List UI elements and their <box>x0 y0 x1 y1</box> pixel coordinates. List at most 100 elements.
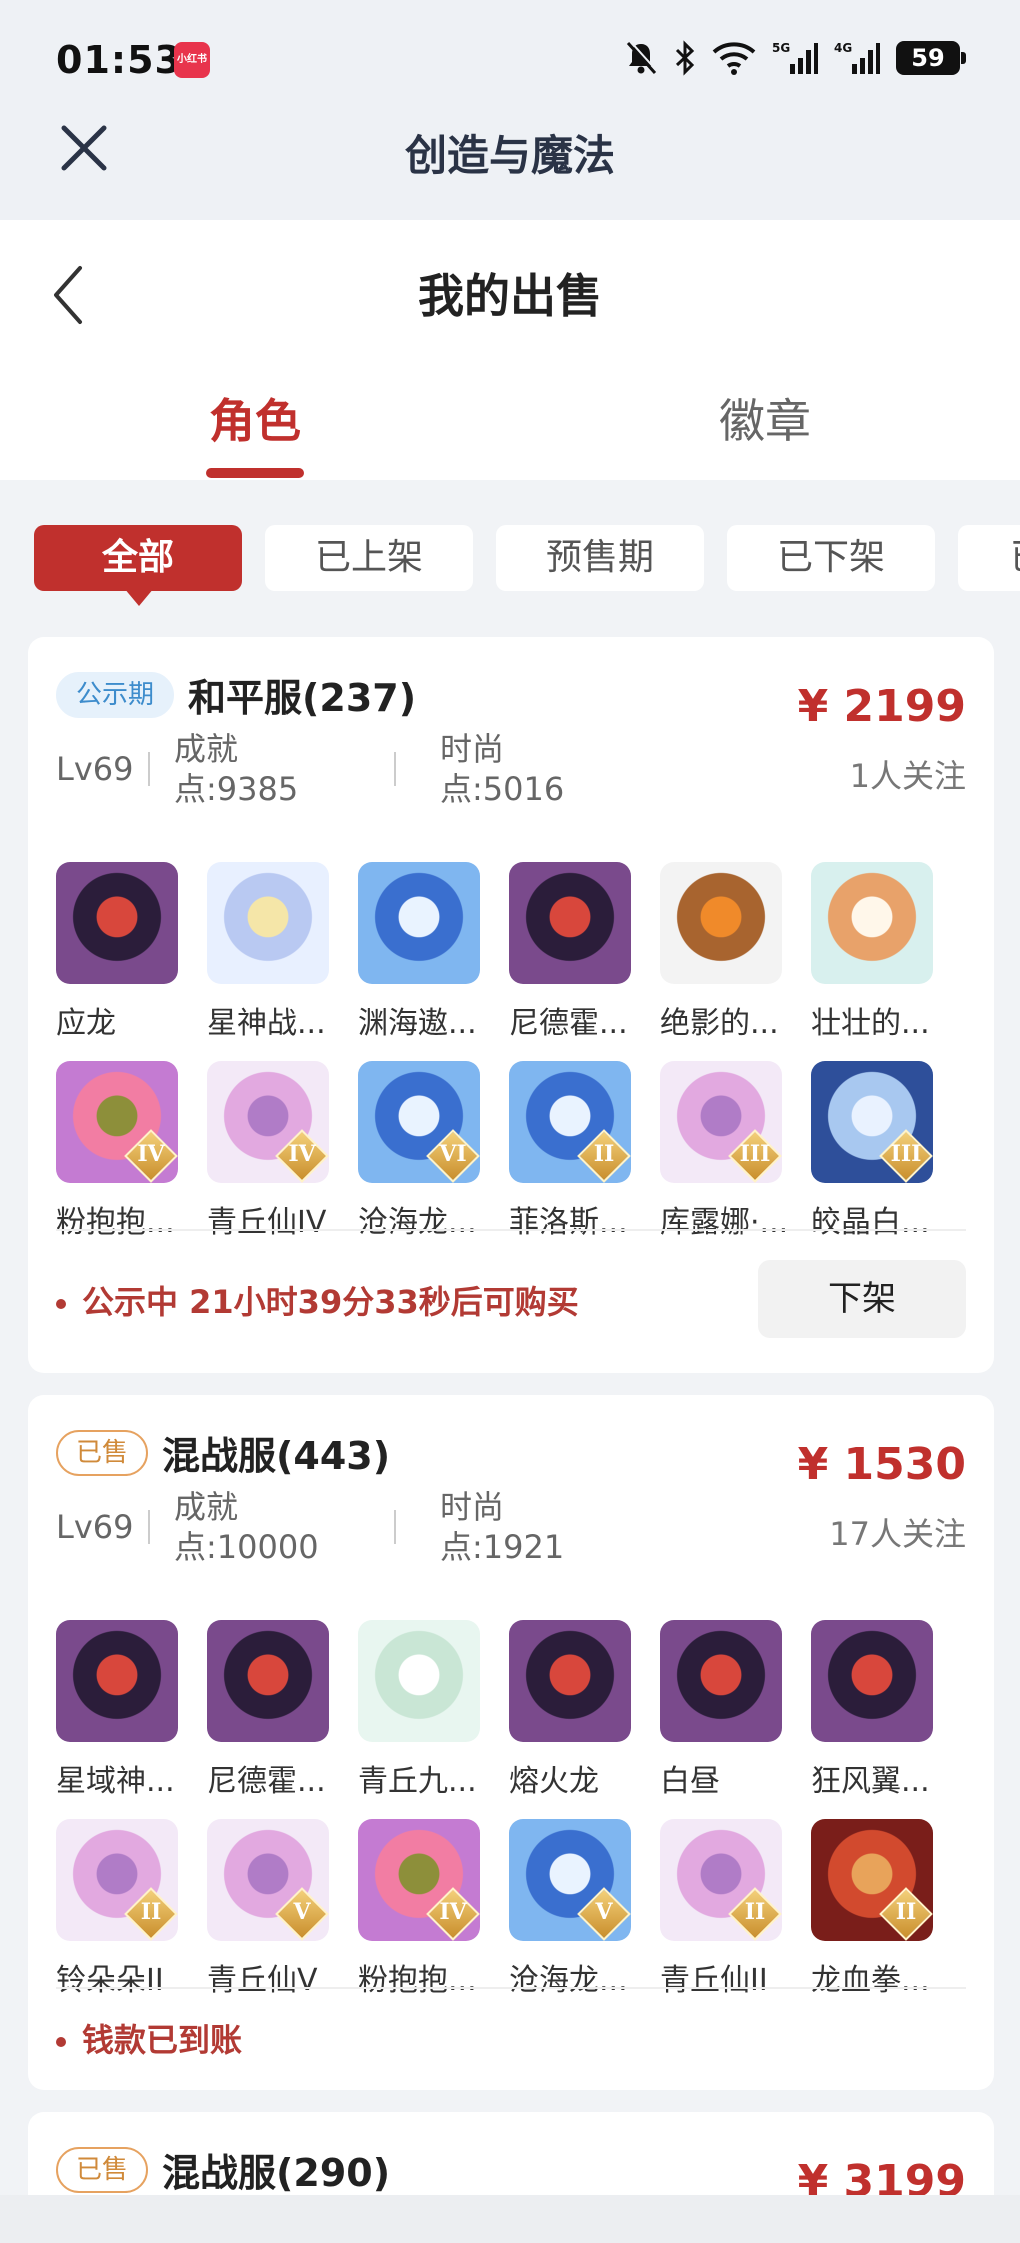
item-tile[interactable]: II 铃朵朵II <box>28 1819 178 1999</box>
status-dot <box>56 1299 66 1309</box>
fashion-value: 点:5016 <box>440 770 565 808</box>
beast-icon: II <box>811 1819 933 1941</box>
item-name: 库露娜·... <box>660 1205 789 1240</box>
item-tile[interactable]: 熔火龙 <box>479 1620 631 1800</box>
item-tile[interactable]: VI 沧海龙... <box>328 1061 480 1241</box>
page-title: 我的出售 <box>418 269 602 323</box>
item-tile[interactable]: III 皎晶白... <box>781 1061 933 1241</box>
fairy-icon: II <box>56 1819 178 1941</box>
item-name: 白昼 <box>660 1764 720 1799</box>
rank-numeral: IV <box>137 1141 165 1167</box>
rank-numeral: III <box>739 1141 771 1167</box>
cat-icon <box>811 862 933 984</box>
price: ¥ 2199 <box>797 681 966 732</box>
fairy-icon: II <box>660 1819 782 1941</box>
server-name: 和平服(237) <box>188 676 417 720</box>
achievement-label: 成就 <box>174 730 239 768</box>
item-tile[interactable]: III 库露娜·... <box>630 1061 788 1241</box>
level: Lv69 <box>56 750 134 788</box>
item-tile[interactable]: IV 粉抱抱... <box>28 1061 178 1241</box>
item-tile[interactable]: 青丘九... <box>328 1620 480 1800</box>
item-tile[interactable]: 白昼 <box>630 1620 782 1800</box>
mini-app-header: 创造与魔法 <box>0 100 1020 220</box>
item-tile[interactable]: 渊海遨... <box>328 862 480 1042</box>
tab-role[interactable]: 角色 <box>135 385 375 451</box>
filter-delisted[interactable]: 已下架 <box>727 525 935 591</box>
server-name: 混战服(443) <box>162 1434 391 1478</box>
item-name: 绝影的... <box>660 1006 779 1041</box>
rank-badge: IV <box>275 1129 329 1183</box>
capybara-icon <box>660 862 782 984</box>
item-tile[interactable]: II 青丘仙II <box>630 1819 782 1999</box>
rank-numeral: IV <box>439 1899 467 1925</box>
item-tile[interactable]: 应龙 <box>28 862 178 1042</box>
filter-listed[interactable]: 已上架 <box>265 525 473 591</box>
dragon-icon <box>509 1620 631 1742</box>
item-tile[interactable]: 狂风翼... <box>781 1620 933 1800</box>
item-name: 菲洛斯... <box>509 1205 628 1240</box>
rank-badge: IV <box>426 1887 480 1941</box>
item-tile[interactable]: II 龙血拳... <box>781 1819 933 1999</box>
tiger-icon: III <box>811 1061 933 1183</box>
item-tile[interactable]: 壮壮的... <box>781 862 933 1042</box>
dragon-icon <box>56 862 178 984</box>
mini-app-title: 创造与魔法 <box>404 131 615 180</box>
watcher-count: 17人关注 <box>829 1515 966 1553</box>
signal-5g-icon: 5G <box>772 41 818 74</box>
listing-card[interactable]: 已售 混战服(443) ¥ 1530 17人关注 Lv69 成就 点:10000… <box>28 1395 994 2090</box>
item-tile[interactable]: II 菲洛斯... <box>479 1061 631 1241</box>
filter-chips: 全部 已上架 预售期 已下架 已 <box>0 525 1020 595</box>
fairy-icon: III <box>660 1061 782 1183</box>
status-tag: 已售 <box>56 2146 149 2193</box>
character-icon: V <box>509 1819 631 1941</box>
status-tag: 公示期 <box>56 671 175 718</box>
status-dot <box>56 2037 66 2047</box>
item-tile[interactable]: 星域神... <box>28 1620 178 1800</box>
unicorn-icon <box>207 862 329 984</box>
item-name: 壮壮的... <box>811 1006 930 1041</box>
level: Lv69 <box>56 1508 134 1546</box>
item-tile[interactable]: V 青丘仙V <box>177 1819 329 1999</box>
fashion-points: 时尚 点:1921 <box>440 1487 610 1567</box>
rank-numeral: V <box>293 1899 311 1925</box>
fashion-points: 时尚 点:5016 <box>440 729 610 809</box>
character-icon <box>358 862 480 984</box>
item-tile[interactable]: 绝影的... <box>630 862 782 1042</box>
active-tab-indicator <box>206 468 304 478</box>
item-name: 粉抱抱... <box>358 1963 477 1998</box>
item-name: 青丘九... <box>358 1764 477 1799</box>
status-icons: 5G 4G 59 <box>624 40 966 76</box>
app-notification-icon: 小红书 <box>174 42 210 78</box>
item-name: 星神战... <box>207 1006 326 1041</box>
listing-status: 公示中 21小时39分33秒后可购买 <box>56 1277 579 1323</box>
listing-card[interactable]: 公示期 和平服(237) ¥ 2199 1人关注 Lv69 成就 点:9385 … <box>28 637 994 1373</box>
item-name: 青丘仙V <box>207 1963 318 1998</box>
item-tile[interactable]: V 沧海龙... <box>479 1819 631 1999</box>
item-tile[interactable]: 星神战... <box>177 862 329 1042</box>
character-icon: VI <box>358 1061 480 1183</box>
fairy-icon: IV <box>207 1061 329 1183</box>
mute-bell-icon <box>626 40 658 75</box>
item-tile[interactable]: 尼德霍... <box>479 862 631 1042</box>
listing-header: 公示期 和平服(237) <box>56 667 416 722</box>
rank-numeral: V <box>595 1899 613 1925</box>
bottom-gesture-area <box>0 2195 1020 2243</box>
filter-presale[interactable]: 预售期 <box>496 525 704 591</box>
fashion-label: 时尚 <box>440 1488 505 1526</box>
item-name: 狂风翼... <box>811 1764 930 1799</box>
tab-badge[interactable]: 徽章 <box>645 385 885 451</box>
rank-badge: V <box>577 1887 631 1941</box>
character-stats: Lv69 成就 点:10000 时尚 点:1921 <box>56 1487 610 1567</box>
svg-text:4G: 4G <box>834 41 852 55</box>
item-tile[interactable]: IV 粉抱抱... <box>328 1819 480 1999</box>
item-tile[interactable]: 尼德霍... <box>177 1620 329 1800</box>
achievement-value: 点:9385 <box>174 770 299 808</box>
delist-button[interactable]: 下架 <box>758 1260 966 1338</box>
rank-badge: III <box>728 1129 782 1183</box>
listing-header: 已售 混战服(290) <box>56 2142 390 2197</box>
item-tile[interactable]: IV 青丘仙IV <box>177 1061 329 1241</box>
rank-badge: V <box>275 1887 329 1941</box>
divider <box>394 1510 396 1544</box>
filter-more[interactable]: 已 <box>958 525 1020 591</box>
filter-all[interactable]: 全部 <box>34 525 242 591</box>
